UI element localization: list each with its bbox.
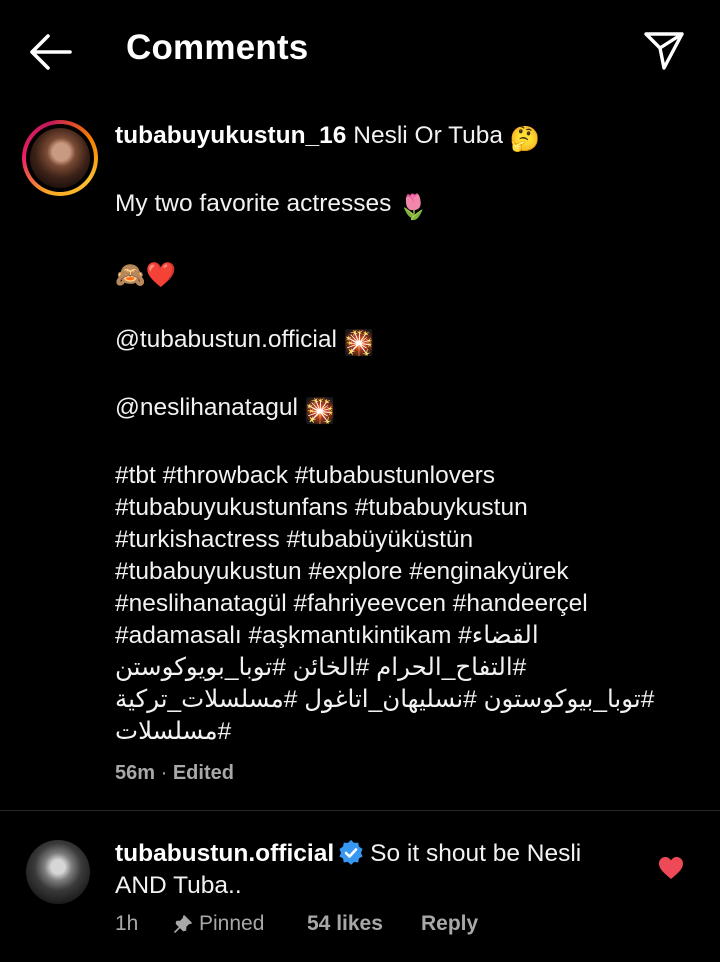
caption-text: Nesli Or Tuba — [353, 122, 504, 149]
thinking-face-emoji: 🤔 — [509, 126, 541, 153]
comment-username[interactable]: tubabustun.official — [115, 840, 334, 867]
hashtag-line[interactable]: #مسلسلات — [115, 716, 705, 748]
caption-meta: 56m · Edited — [115, 762, 234, 785]
caption-author-avatar[interactable] — [22, 120, 98, 196]
heart-icon[interactable] — [658, 856, 684, 880]
paper-plane-icon[interactable] — [640, 26, 688, 74]
comment-body: tubabustun.official So it shout be Nesli… — [115, 838, 635, 902]
sparkler-emoji: 🎇 — [304, 398, 336, 425]
mention-link[interactable]: @neslihanatagul — [115, 394, 298, 421]
avatar-photo — [30, 128, 90, 188]
pinned-indicator: Pinned — [173, 912, 307, 936]
sparkler-emoji: 🎇 — [343, 330, 375, 357]
caption-username[interactable]: tubabuyukustun_16 — [115, 122, 346, 149]
caption-time: 56m — [115, 762, 156, 784]
hashtag-line[interactable]: #adamasalı #aşkmantıkintikam #القضاء — [115, 620, 705, 652]
likes-count[interactable]: 54 likes — [307, 912, 421, 936]
edited-label: Edited — [172, 762, 234, 784]
comment-text: So it shout be Nesli — [370, 840, 582, 867]
mention-link[interactable]: @tubabustun.official — [115, 326, 337, 353]
hashtag-line[interactable]: #توبا_بيوكوستون #نسليهان_اتاغول #مسلسلات… — [115, 684, 705, 716]
caption-first-line: tubabuyukustun_16 Nesli Or Tuba 🤔 — [115, 120, 705, 156]
hashtag-line[interactable]: #tbt #throwback #tubabustunlovers — [115, 460, 705, 492]
hashtag-line[interactable]: #tubabuyukustunfans #tubabuykustun — [115, 492, 705, 524]
hashtag-line[interactable]: #neslihanatagül #fahriyeevcen #handeerçe… — [115, 588, 705, 620]
pinned-label: Pinned — [199, 912, 265, 935]
reply-button[interactable]: Reply — [421, 912, 478, 936]
pin-icon — [174, 915, 192, 933]
caption-line: @tubabustun.official 🎇 — [115, 324, 705, 360]
comment-actions: 1h Pinned 54 likes Reply — [115, 912, 478, 936]
tulip-emoji: 🌷 — [398, 194, 429, 221]
caption-line: My two favorite actresses 🌷 — [115, 188, 705, 224]
comment-text: AND Tuba.. — [115, 872, 242, 899]
caption-line: 🙈❤️ — [115, 256, 705, 292]
avatar-ring-gap — [26, 124, 94, 192]
back-arrow-icon[interactable] — [26, 30, 72, 74]
caption-text: My two favorite actresses — [115, 190, 392, 217]
meta-separator: · — [160, 762, 168, 784]
monkey-heart-emoji: 🙈❤️ — [115, 262, 177, 289]
caption-line: @neslihanatagul 🎇 — [115, 392, 705, 428]
post-caption: tubabuyukustun_16 Nesli Or Tuba 🤔 My two… — [115, 120, 705, 748]
page-title: Comments — [126, 28, 309, 67]
hashtag-line[interactable]: #turkishactress #tubabüyüküstün — [115, 524, 705, 556]
hashtag-line[interactable]: #tubabuyukustun #explore #enginakyürek — [115, 556, 705, 588]
divider — [0, 810, 720, 811]
verified-badge-icon — [339, 840, 363, 865]
hashtag-line[interactable]: #التفاح_الحرام #الخائن #توبا_بويوكوستن — [115, 652, 705, 684]
comment-age: 1h — [115, 912, 139, 935]
top-bar: Comments — [0, 0, 720, 100]
commenter-avatar[interactable] — [26, 840, 90, 904]
